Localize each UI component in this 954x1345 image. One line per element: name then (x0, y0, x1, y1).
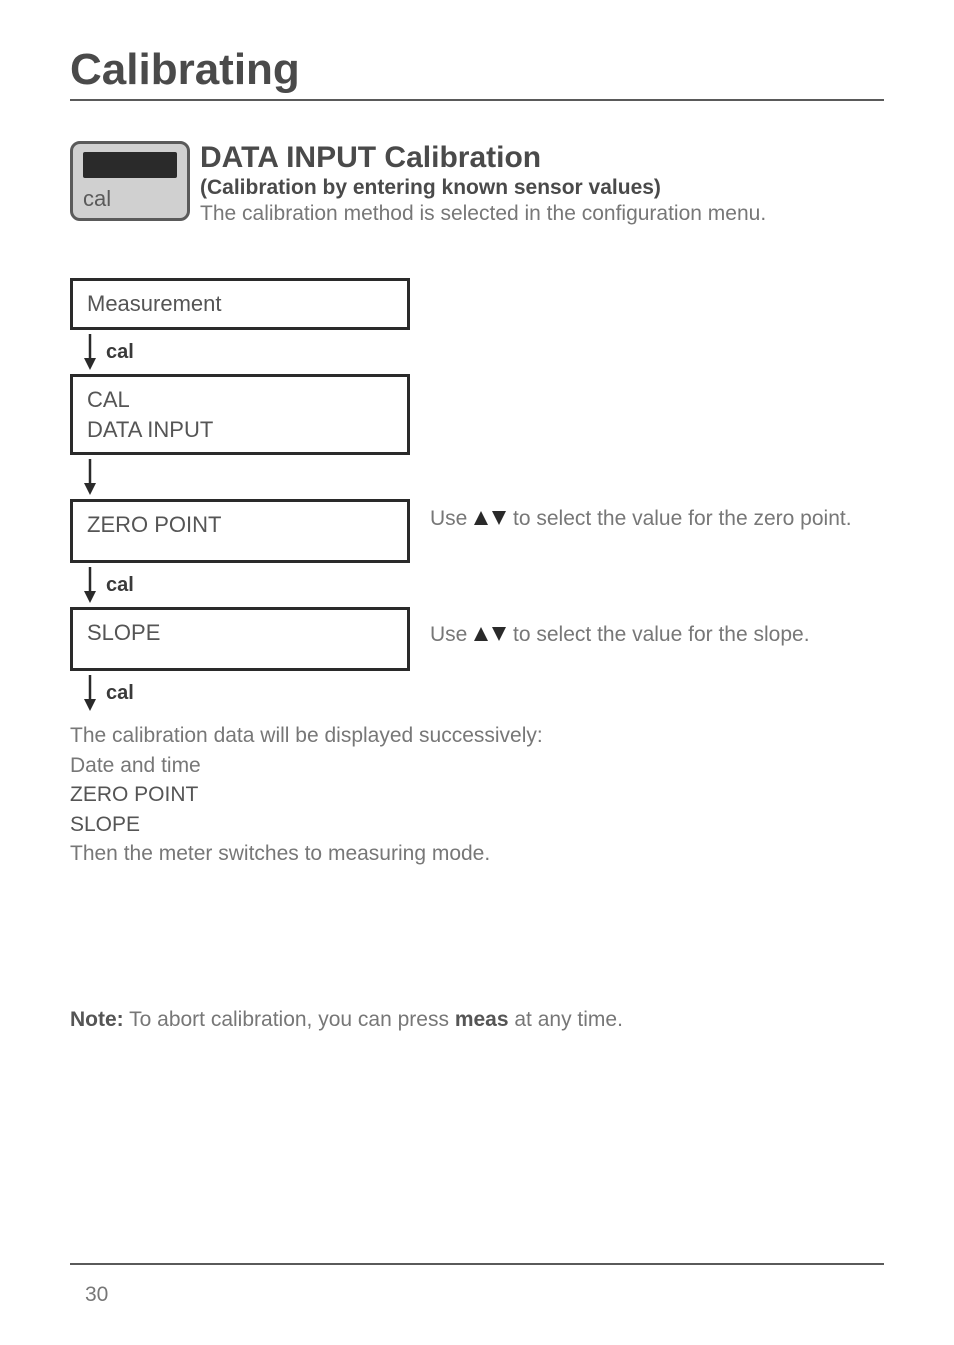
section-heading: DATA INPUT Calibration (200, 141, 884, 174)
summary-line3: ZERO POINT (70, 780, 884, 809)
arrow-label-a: cal (106, 341, 134, 364)
title-rule (70, 99, 884, 101)
flow-row-cal-datainput: CAL DATA INPUT (70, 374, 884, 455)
summary-line2: Date and time (70, 751, 884, 780)
arrow-label-b: cal (106, 574, 134, 597)
flow-row-slope: SLOPE Use to select the value for the sl… (70, 607, 884, 671)
desc-slope-post: to select the value for the slope. (507, 623, 809, 646)
box-slope: SLOPE (70, 607, 410, 671)
device-screen-icon (83, 152, 177, 178)
up-down-triangles-icon (473, 625, 507, 643)
desc-zero-point: Use to select the value for the zero poi… (430, 499, 852, 533)
box-line2: DATA INPUT (87, 415, 393, 445)
box-measurement: Measurement (70, 278, 410, 330)
arrow-step-b: cal (82, 567, 884, 603)
header-row: cal DATA INPUT Calibration (Calibration … (70, 141, 884, 228)
note-label: Note: (70, 1008, 124, 1031)
note-block: Note: To abort calibration, you can pres… (70, 1008, 884, 1032)
box-cal-datainput: CAL DATA INPUT (70, 374, 410, 455)
footer-rule (70, 1263, 884, 1265)
header-text-block: DATA INPUT Calibration (Calibration by e… (200, 141, 884, 228)
desc-slope-pre: Use (430, 623, 473, 646)
down-arrow-icon (82, 675, 98, 711)
down-arrow-icon (82, 334, 98, 370)
flow-row-zero-point: ZERO POINT Use to select the value for t… (70, 499, 884, 563)
summary-line5: Then the meter switches to measuring mod… (70, 839, 884, 868)
desc-zero-post: to select the value for the zero point. (507, 507, 851, 530)
box-zero-point: ZERO POINT (70, 499, 410, 563)
summary-line1: The calibration data will be displayed s… (70, 721, 884, 750)
device-cal-icon: cal (70, 141, 190, 221)
section-subheading: (Calibration by entering known sensor va… (200, 176, 884, 200)
arrow-label-c: cal (106, 682, 134, 705)
arrow-step-plain (82, 459, 884, 495)
summary-block: The calibration data will be displayed s… (70, 721, 884, 868)
section-body: The calibration method is selected in th… (200, 200, 884, 228)
arrow-step-c: cal (82, 675, 884, 711)
device-cal-label: cal (83, 186, 111, 212)
down-arrow-icon (82, 459, 98, 495)
page-number: 30 (85, 1283, 108, 1307)
summary-line4: SLOPE (70, 810, 884, 839)
box-line1: CAL (87, 385, 393, 415)
note-pre: To abort calibration, you can press (124, 1008, 455, 1031)
desc-zero-pre: Use (430, 507, 473, 530)
up-down-triangles-icon (473, 509, 507, 527)
down-arrow-icon (82, 567, 98, 603)
page-title: Calibrating (70, 45, 884, 95)
note-post: at any time. (509, 1008, 623, 1031)
flow-row-measurement: Measurement (70, 278, 884, 330)
arrow-step-a: cal (82, 334, 884, 370)
desc-slope: Use to select the value for the slope. (430, 607, 810, 649)
note-key: meas (455, 1008, 509, 1031)
